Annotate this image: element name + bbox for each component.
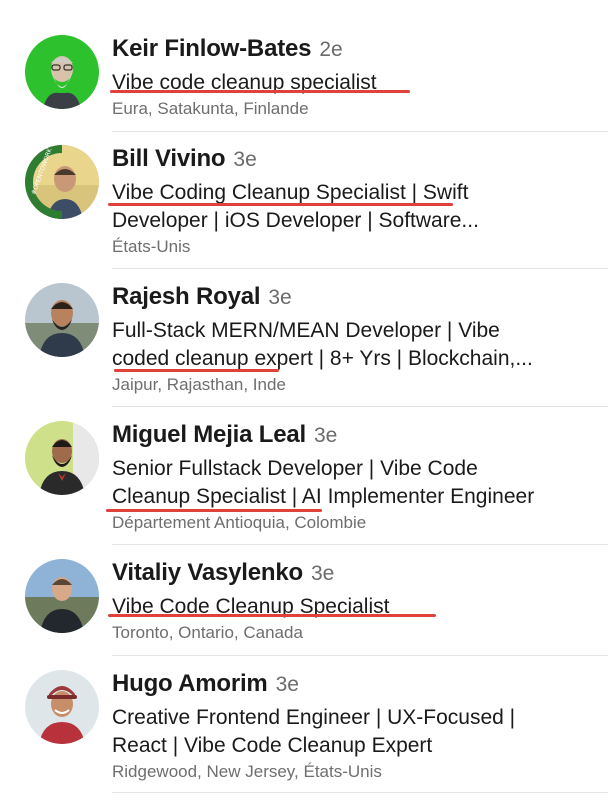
avatar[interactable] xyxy=(25,35,99,109)
person-name[interactable]: Rajesh Royal xyxy=(112,283,261,310)
person-location: Eura, Satakunta, Finlande xyxy=(112,99,309,118)
person-name[interactable]: Hugo Amorim xyxy=(112,670,268,697)
connection-degree: 3e xyxy=(313,424,338,447)
highlight-underline xyxy=(114,369,279,372)
divider xyxy=(112,131,608,132)
person-headline: Full-Stack MERN/MEAN Developer | Vibe xyxy=(112,319,500,342)
person-name[interactable]: Bill Vivino xyxy=(112,145,226,172)
person-name[interactable]: Vitaliy Vasylenko xyxy=(112,559,303,586)
person-headline-line2: Cleanup Specialist | AI Implementer Engi… xyxy=(112,485,535,508)
person-headline-line2: Developer | iOS Developer | Software... xyxy=(112,209,479,232)
highlight-underline xyxy=(110,90,410,93)
connection-degree: 3e xyxy=(310,562,335,585)
highlight-underline xyxy=(106,509,322,512)
divider xyxy=(112,268,608,269)
person-location: Département Antioquia, Colombie xyxy=(112,513,367,532)
highlight-underline xyxy=(108,614,436,617)
person-location: Toronto, Ontario, Canada xyxy=(112,623,303,642)
connection-degree: 3e xyxy=(268,286,292,309)
highlight-underline xyxy=(108,203,453,206)
avatar[interactable] xyxy=(25,421,99,495)
avatar[interactable] xyxy=(25,283,99,357)
divider xyxy=(112,655,608,656)
connection-degree: 3e xyxy=(233,148,257,171)
divider xyxy=(112,406,608,407)
search-results-list: Keir Finlow-Bates 2e Vibe code cleanup sp… xyxy=(0,0,608,800)
person-headline: Senior Fullstack Developer | Vibe Code xyxy=(112,457,478,480)
person-location: Ridgewood, New Jersey, États-Unis xyxy=(112,762,382,781)
avatar[interactable] xyxy=(25,559,99,633)
avatar[interactable] xyxy=(25,670,99,744)
connection-degree: 2e xyxy=(319,38,343,61)
person-name[interactable]: Keir Finlow-Bates xyxy=(112,35,312,62)
person-headline: Creative Frontend Engineer | UX-Focused … xyxy=(112,706,516,729)
avatar[interactable]: #OPENTOWORK xyxy=(25,145,99,219)
connection-degree: 3e xyxy=(275,673,299,696)
person-location: États-Unis xyxy=(112,237,191,256)
person-name[interactable]: Miguel Mejia Leal xyxy=(112,421,306,448)
person-headline-line2: React | Vibe Code Cleanup Expert xyxy=(112,734,433,757)
person-location: Jaipur, Rajasthan, Inde xyxy=(112,375,286,394)
divider xyxy=(112,544,608,545)
divider xyxy=(112,792,608,793)
